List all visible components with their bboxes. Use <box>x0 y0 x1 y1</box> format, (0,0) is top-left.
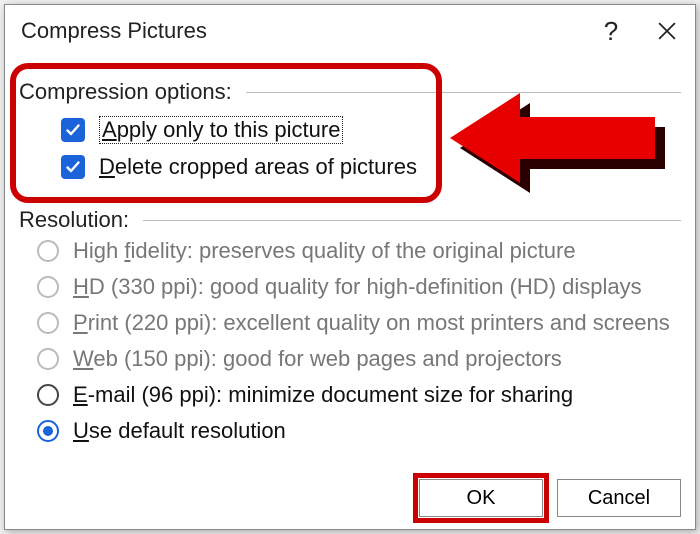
resolution-option-1: HD (330 ppi): good quality for high-defi… <box>19 269 681 305</box>
label-rest: elete cropped areas of pictures <box>115 154 417 179</box>
dialog-titlebar: Compress Pictures ? <box>5 5 695 57</box>
check-icon <box>65 122 81 138</box>
delete-cropped-checkbox[interactable] <box>61 155 85 179</box>
mnemonic: U <box>73 418 89 443</box>
label-rest: se default resolution <box>89 418 286 443</box>
mnemonic: A <box>102 117 117 142</box>
mnemonic: P <box>73 310 88 335</box>
label-rest: rint (220 ppi): excellent quality on mos… <box>88 310 670 335</box>
resolution-radio-3 <box>37 348 59 370</box>
label-rest: pply only to this picture <box>117 117 341 142</box>
mnemonic: H <box>73 274 89 299</box>
resolution-label-4: E-mail (96 ppi): minimize document size … <box>73 382 573 408</box>
resolution-option-3: Web (150 ppi): good for web pages and pr… <box>19 341 681 377</box>
section-divider <box>143 220 681 221</box>
resolution-label-5: Use default resolution <box>73 418 286 444</box>
label-rest: eb (150 ppi): good for web pages and pro… <box>93 346 561 371</box>
resolution-section: Resolution: High fidelity: preserves qua… <box>5 185 695 449</box>
resolution-radio-2 <box>37 312 59 334</box>
compress-pictures-dialog: Compress Pictures ? Compression options:… <box>4 4 696 530</box>
resolution-radio-1 <box>37 276 59 298</box>
resolution-title: Resolution: <box>19 207 129 233</box>
resolution-radio-4[interactable] <box>37 384 59 406</box>
ok-button-wrap: OK <box>419 479 543 517</box>
mnemonic: E <box>73 382 88 407</box>
resolution-label-2: Print (220 ppi): excellent quality on mo… <box>73 310 670 336</box>
section-header-resolution: Resolution: <box>19 207 681 233</box>
dialog-button-bar: OK Cancel <box>419 479 681 517</box>
label-rest: D (330 ppi): good quality for high-defin… <box>89 274 642 299</box>
resolution-option-5[interactable]: Use default resolution <box>19 413 681 449</box>
resolution-radio-0 <box>37 240 59 262</box>
close-icon <box>658 22 676 40</box>
resolution-label-0: High fidelity: preserves quality of the … <box>73 238 576 264</box>
section-header-compression: Compression options: <box>19 79 681 105</box>
apply-only-label: Apply only to this picture <box>99 116 343 144</box>
resolution-option-2: Print (220 ppi): excellent quality on mo… <box>19 305 681 341</box>
mnemonic: W <box>73 346 93 371</box>
label-rest: idelity: preserves quality of the origin… <box>130 238 575 263</box>
apply-only-checkbox-row[interactable]: Apply only to this picture <box>19 111 681 149</box>
mnemonic: D <box>99 154 115 179</box>
compression-options-title: Compression options: <box>19 79 232 105</box>
resolution-radio-5[interactable] <box>37 420 59 442</box>
resolution-option-0: High fidelity: preserves quality of the … <box>19 233 681 269</box>
label-rest: -mail (96 ppi): minimize document size f… <box>88 382 573 407</box>
compression-options-section: Compression options: Apply only to this … <box>5 57 695 185</box>
cancel-button[interactable]: Cancel <box>557 479 681 517</box>
section-divider <box>246 92 681 93</box>
apply-only-checkbox[interactable] <box>61 118 85 142</box>
resolution-label-1: HD (330 ppi): good quality for high-defi… <box>73 274 642 300</box>
delete-cropped-label: Delete cropped areas of pictures <box>99 154 417 180</box>
check-icon <box>65 159 81 175</box>
ok-button[interactable]: OK <box>419 479 543 517</box>
dialog-title: Compress Pictures <box>21 18 583 44</box>
close-button[interactable] <box>639 5 695 57</box>
resolution-option-4[interactable]: E-mail (96 ppi): minimize document size … <box>19 377 681 413</box>
resolution-label-3: Web (150 ppi): good for web pages and pr… <box>73 346 562 372</box>
label-pre: High <box>73 238 124 263</box>
delete-cropped-checkbox-row[interactable]: Delete cropped areas of pictures <box>19 149 681 185</box>
help-button[interactable]: ? <box>583 5 639 57</box>
